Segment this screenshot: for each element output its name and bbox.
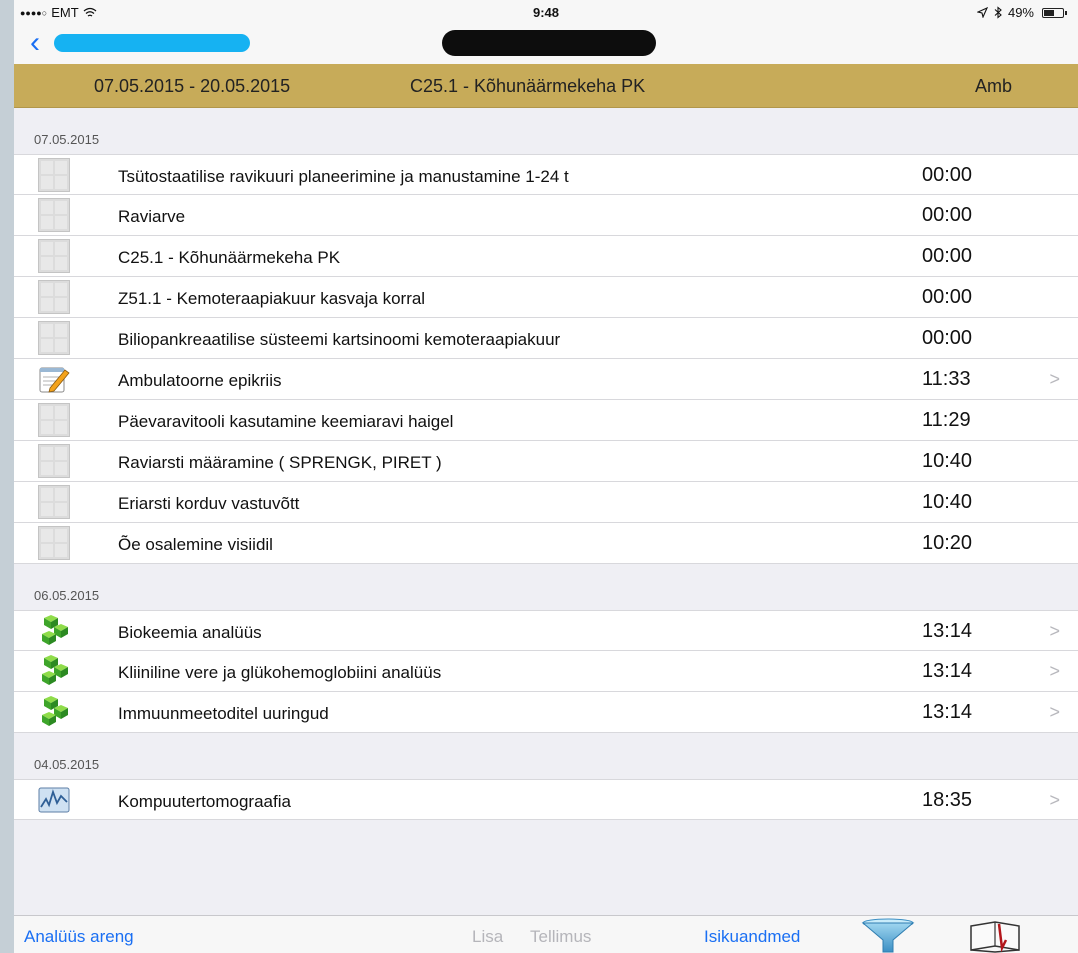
event-row[interactable]: C25.1 - Kõhunäärmekeha PK 00:00 bbox=[14, 236, 1078, 277]
event-title: Z51.1 - Kemoteraapiakuur kasvaja korral bbox=[118, 289, 426, 308]
funnel-icon[interactable] bbox=[860, 918, 916, 953]
document-grid-icon bbox=[38, 403, 70, 437]
event-title: Kompuutertomograafia bbox=[118, 792, 291, 811]
event-title: Biliopankreaatilise süsteemi kartsinoomi… bbox=[118, 330, 561, 349]
redacted-back-label[interactable] bbox=[54, 34, 250, 52]
section-date-header: 04.05.2015 bbox=[14, 733, 1078, 779]
event-title: Päevaravitooli kasutamine keemiaravi hai… bbox=[118, 412, 454, 431]
navigation-bar: ‹ bbox=[14, 26, 1078, 64]
event-time: 13:14 bbox=[922, 620, 973, 642]
document-grid-icon bbox=[38, 444, 70, 478]
event-row[interactable]: Raviarve 00:00 bbox=[14, 195, 1078, 236]
event-title: Raviarve bbox=[118, 207, 186, 226]
section-date-header: 07.05.2015 bbox=[14, 108, 1078, 154]
chevron-right-icon: > bbox=[1049, 369, 1060, 389]
document-grid-icon bbox=[38, 158, 70, 192]
event-row[interactable]: Biokeemia analüüs 13:14 > bbox=[14, 610, 1078, 651]
green-cubes-icon bbox=[42, 615, 68, 645]
book-icon[interactable] bbox=[968, 918, 1022, 953]
event-title: C25.1 - Kõhunäärmekeha PK bbox=[118, 248, 341, 267]
event-row[interactable]: Immuunmeetoditel uuringud 13:14 > bbox=[14, 692, 1078, 733]
section-date-header: 06.05.2015 bbox=[14, 564, 1078, 610]
status-bar: ●●●●○ EMT 9:48 49% bbox=[14, 0, 1078, 26]
location-arrow-icon bbox=[976, 7, 988, 18]
chevron-right-icon: > bbox=[1049, 661, 1060, 681]
event-time: 10:40 bbox=[922, 491, 973, 513]
event-time: 00:00 bbox=[922, 164, 973, 186]
back-button[interactable]: ‹ bbox=[30, 28, 40, 58]
event-row[interactable]: Kompuutertomograafia 18:35 > bbox=[14, 779, 1078, 820]
event-row[interactable]: Z51.1 - Kemoteraapiakuur kasvaja korral 0… bbox=[14, 277, 1078, 318]
event-time: 11:33 bbox=[922, 368, 971, 390]
notepad-pencil-icon bbox=[39, 367, 70, 393]
ipad-screen: ●●●●○ EMT 9:48 49% ‹ 07.05.2015 - 20.05.… bbox=[14, 0, 1078, 953]
document-grid-icon bbox=[38, 321, 70, 355]
episode-header[interactable]: 07.05.2015 - 20.05.2015 C25.1 - Kõhunäär… bbox=[14, 64, 1078, 108]
chevron-right-icon: > bbox=[1049, 702, 1060, 722]
event-title: Ambulatoorne epikriis bbox=[118, 371, 282, 390]
event-time: 13:14 bbox=[922, 701, 973, 723]
event-time: 11:29 bbox=[922, 409, 971, 431]
battery-icon bbox=[1042, 7, 1067, 18]
event-row[interactable]: Päevaravitooli kasutamine keemiaravi hai… bbox=[14, 400, 1078, 441]
bluetooth-icon bbox=[994, 6, 1002, 19]
event-time: 10:40 bbox=[922, 450, 973, 472]
event-time: 10:20 bbox=[922, 532, 973, 554]
redacted-patient-name bbox=[442, 30, 656, 56]
event-title: Eriarsti korduv vastuvõtt bbox=[118, 494, 300, 513]
event-row[interactable]: Õe osalemine visiidil 10:20 bbox=[14, 523, 1078, 564]
order-button[interactable]: Tellimus bbox=[530, 927, 591, 947]
episode-diagnosis: C25.1 - Kõhunäärmekeha PK bbox=[410, 76, 646, 96]
section-date: 07.05.2015 bbox=[34, 132, 100, 147]
event-title: Tsütostaatilise ravikuuri planeerimine j… bbox=[118, 167, 569, 186]
add-button[interactable]: Lisa bbox=[472, 927, 503, 947]
document-grid-icon bbox=[38, 485, 70, 519]
status-right: 49% bbox=[976, 5, 1067, 20]
event-title: Immuunmeetoditel uuringud bbox=[118, 704, 329, 723]
episode-type: Amb bbox=[974, 76, 1012, 96]
section-date: 06.05.2015 bbox=[34, 588, 100, 603]
event-time: 18:35 bbox=[922, 789, 973, 811]
event-title: Kliiniline vere ja glükohemoglobiini ana… bbox=[118, 663, 442, 682]
document-grid-icon bbox=[38, 198, 70, 232]
chevron-right-icon: > bbox=[1049, 621, 1060, 641]
event-time: 00:00 bbox=[922, 245, 973, 267]
waveform-monitor-icon bbox=[38, 787, 70, 813]
event-row[interactable]: Tsütostaatilise ravikuuri planeerimine j… bbox=[14, 154, 1078, 195]
event-title: Raviarsti määramine ( SPRENGK, PIRET ) bbox=[118, 453, 442, 472]
event-row[interactable]: Eriarsti korduv vastuvõtt 10:40 bbox=[14, 482, 1078, 523]
document-grid-icon bbox=[38, 526, 70, 560]
event-title: Biokeemia analüüs bbox=[118, 623, 262, 642]
personal-data-button[interactable]: Isikuandmed bbox=[704, 927, 800, 947]
event-title: Õe osalemine visiidil bbox=[118, 535, 273, 554]
event-row[interactable]: Raviarsti määramine ( SPRENGK, PIRET ) 10… bbox=[14, 441, 1078, 482]
event-time: 13:14 bbox=[922, 660, 973, 682]
event-time: 00:00 bbox=[922, 286, 973, 308]
chevron-right-icon: > bbox=[1049, 790, 1060, 810]
event-row[interactable]: Biliopankreaatilise süsteemi kartsinoomi… bbox=[14, 318, 1078, 359]
section-date: 04.05.2015 bbox=[34, 757, 100, 772]
episode-date-range: 07.05.2015 - 20.05.2015 bbox=[94, 76, 291, 96]
bottom-toolbar: Analüüs areng Lisa Tellimus Isikuandmed bbox=[14, 915, 1078, 953]
event-time: 00:00 bbox=[922, 204, 973, 226]
event-row[interactable]: Ambulatoorne epikriis 11:33 > bbox=[14, 359, 1078, 400]
battery-percent: 49% bbox=[1007, 5, 1034, 20]
green-cubes-icon bbox=[42, 655, 68, 685]
document-grid-icon bbox=[38, 280, 70, 314]
green-cubes-icon bbox=[42, 696, 68, 726]
event-time: 00:00 bbox=[922, 327, 973, 349]
document-grid-icon bbox=[38, 239, 70, 273]
status-time: 9:48 bbox=[532, 5, 560, 20]
event-row[interactable]: Kliiniline vere ja glükohemoglobiini ana… bbox=[14, 651, 1078, 692]
analysis-trend-button[interactable]: Analüüs areng bbox=[24, 927, 134, 947]
event-list: 07.05.2015 Tsütostaatilise ravikuuri plan… bbox=[14, 108, 1078, 820]
